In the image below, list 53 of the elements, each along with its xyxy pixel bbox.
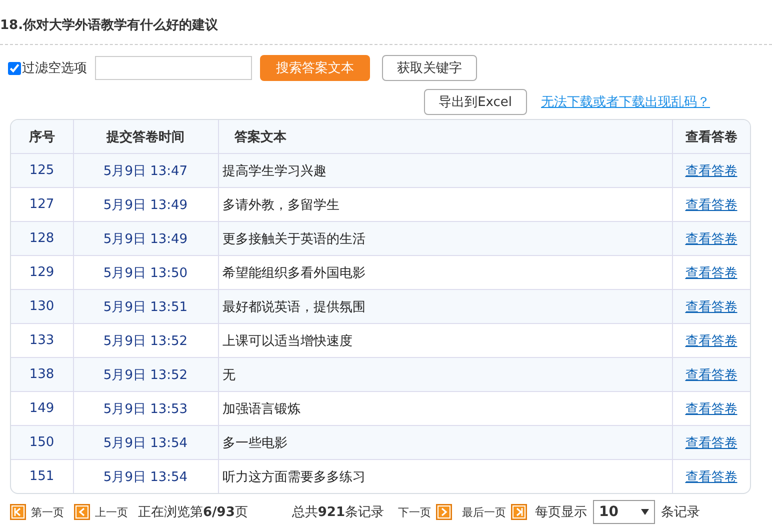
table-cell: 151 xyxy=(11,460,73,493)
view-answer-link[interactable]: 查看答卷 xyxy=(685,232,738,246)
table-cell: 提高学生学习兴趣 xyxy=(218,154,672,188)
per-page-label: 每页显示 xyxy=(535,504,588,521)
table-cell: 无 xyxy=(218,358,672,392)
table-cell: 5月9日 13:49 xyxy=(73,222,218,256)
table-cell: 128 xyxy=(11,222,73,256)
filter-checkbox[interactable] xyxy=(8,62,21,74)
per-page-select[interactable]: 10 xyxy=(593,500,656,524)
total-records: 总共921条记录 xyxy=(292,504,384,521)
table-cell: 听力这方面需要多多练习 xyxy=(218,460,672,493)
table-cell: 5月9日 13:47 xyxy=(73,154,218,188)
table-cell: 125 xyxy=(11,154,73,188)
view-answer-link[interactable]: 查看答卷 xyxy=(685,164,738,178)
previous-page-link[interactable]: 上一页 xyxy=(95,504,128,520)
last-page-icon[interactable] xyxy=(511,504,528,520)
table-cell: 多一些电影 xyxy=(218,426,672,460)
column-header: 提交答卷时间 xyxy=(73,120,218,154)
question-title: 18.你对大学外语教学有什么好的建议 xyxy=(0,0,772,45)
per-page-suffix: 条记录 xyxy=(661,504,700,521)
column-header: 序号 xyxy=(11,120,73,154)
column-header: 答案文本 xyxy=(218,120,672,154)
first-page-link[interactable]: 第一页 xyxy=(31,504,64,520)
view-answer-link[interactable]: 查看答卷 xyxy=(685,266,738,280)
view-answer-link[interactable]: 查看答卷 xyxy=(685,334,738,348)
view-answer-link[interactable]: 查看答卷 xyxy=(685,198,738,212)
page-status: 正在浏览第6/93页 xyxy=(138,504,248,521)
keyword-button[interactable]: 获取关键字 xyxy=(382,55,477,81)
table-cell: 5月9日 13:54 xyxy=(73,426,218,460)
view-answer-link[interactable]: 查看答卷 xyxy=(685,402,738,416)
table-cell: 最好都说英语，提供氛围 xyxy=(218,290,672,324)
previous-page-icon[interactable] xyxy=(74,504,90,520)
table-cell: 5月9日 13:52 xyxy=(73,358,218,392)
next-page-link[interactable]: 下一页 xyxy=(398,504,432,520)
help-link[interactable]: 无法下载或者下载出现乱码？ xyxy=(541,93,710,111)
export-button[interactable]: 导出到Excel xyxy=(424,89,527,115)
last-page-link[interactable]: 最后一页 xyxy=(462,504,506,520)
caret-icon xyxy=(641,509,650,515)
view-answer-link[interactable]: 查看答卷 xyxy=(685,436,738,450)
table-cell: 138 xyxy=(11,358,73,392)
filter-label: 过滤空选项 xyxy=(22,60,87,77)
table-cell: 150 xyxy=(11,426,73,460)
table-cell: 5月9日 13:51 xyxy=(73,290,218,324)
next-page-icon[interactable] xyxy=(436,504,452,520)
search-field[interactable] xyxy=(95,56,252,80)
view-answer-link[interactable]: 查看答卷 xyxy=(685,368,738,382)
table-cell: 130 xyxy=(11,290,73,324)
table-cell: 更多接触关于英语的生活 xyxy=(218,222,672,256)
table-cell: 5月9日 13:54 xyxy=(73,460,218,493)
first-page-icon[interactable] xyxy=(10,504,26,520)
view-answer-link[interactable]: 查看答卷 xyxy=(685,470,738,484)
view-answer-link[interactable]: 查看答卷 xyxy=(685,300,738,314)
column-header: 查看答卷 xyxy=(672,120,750,154)
